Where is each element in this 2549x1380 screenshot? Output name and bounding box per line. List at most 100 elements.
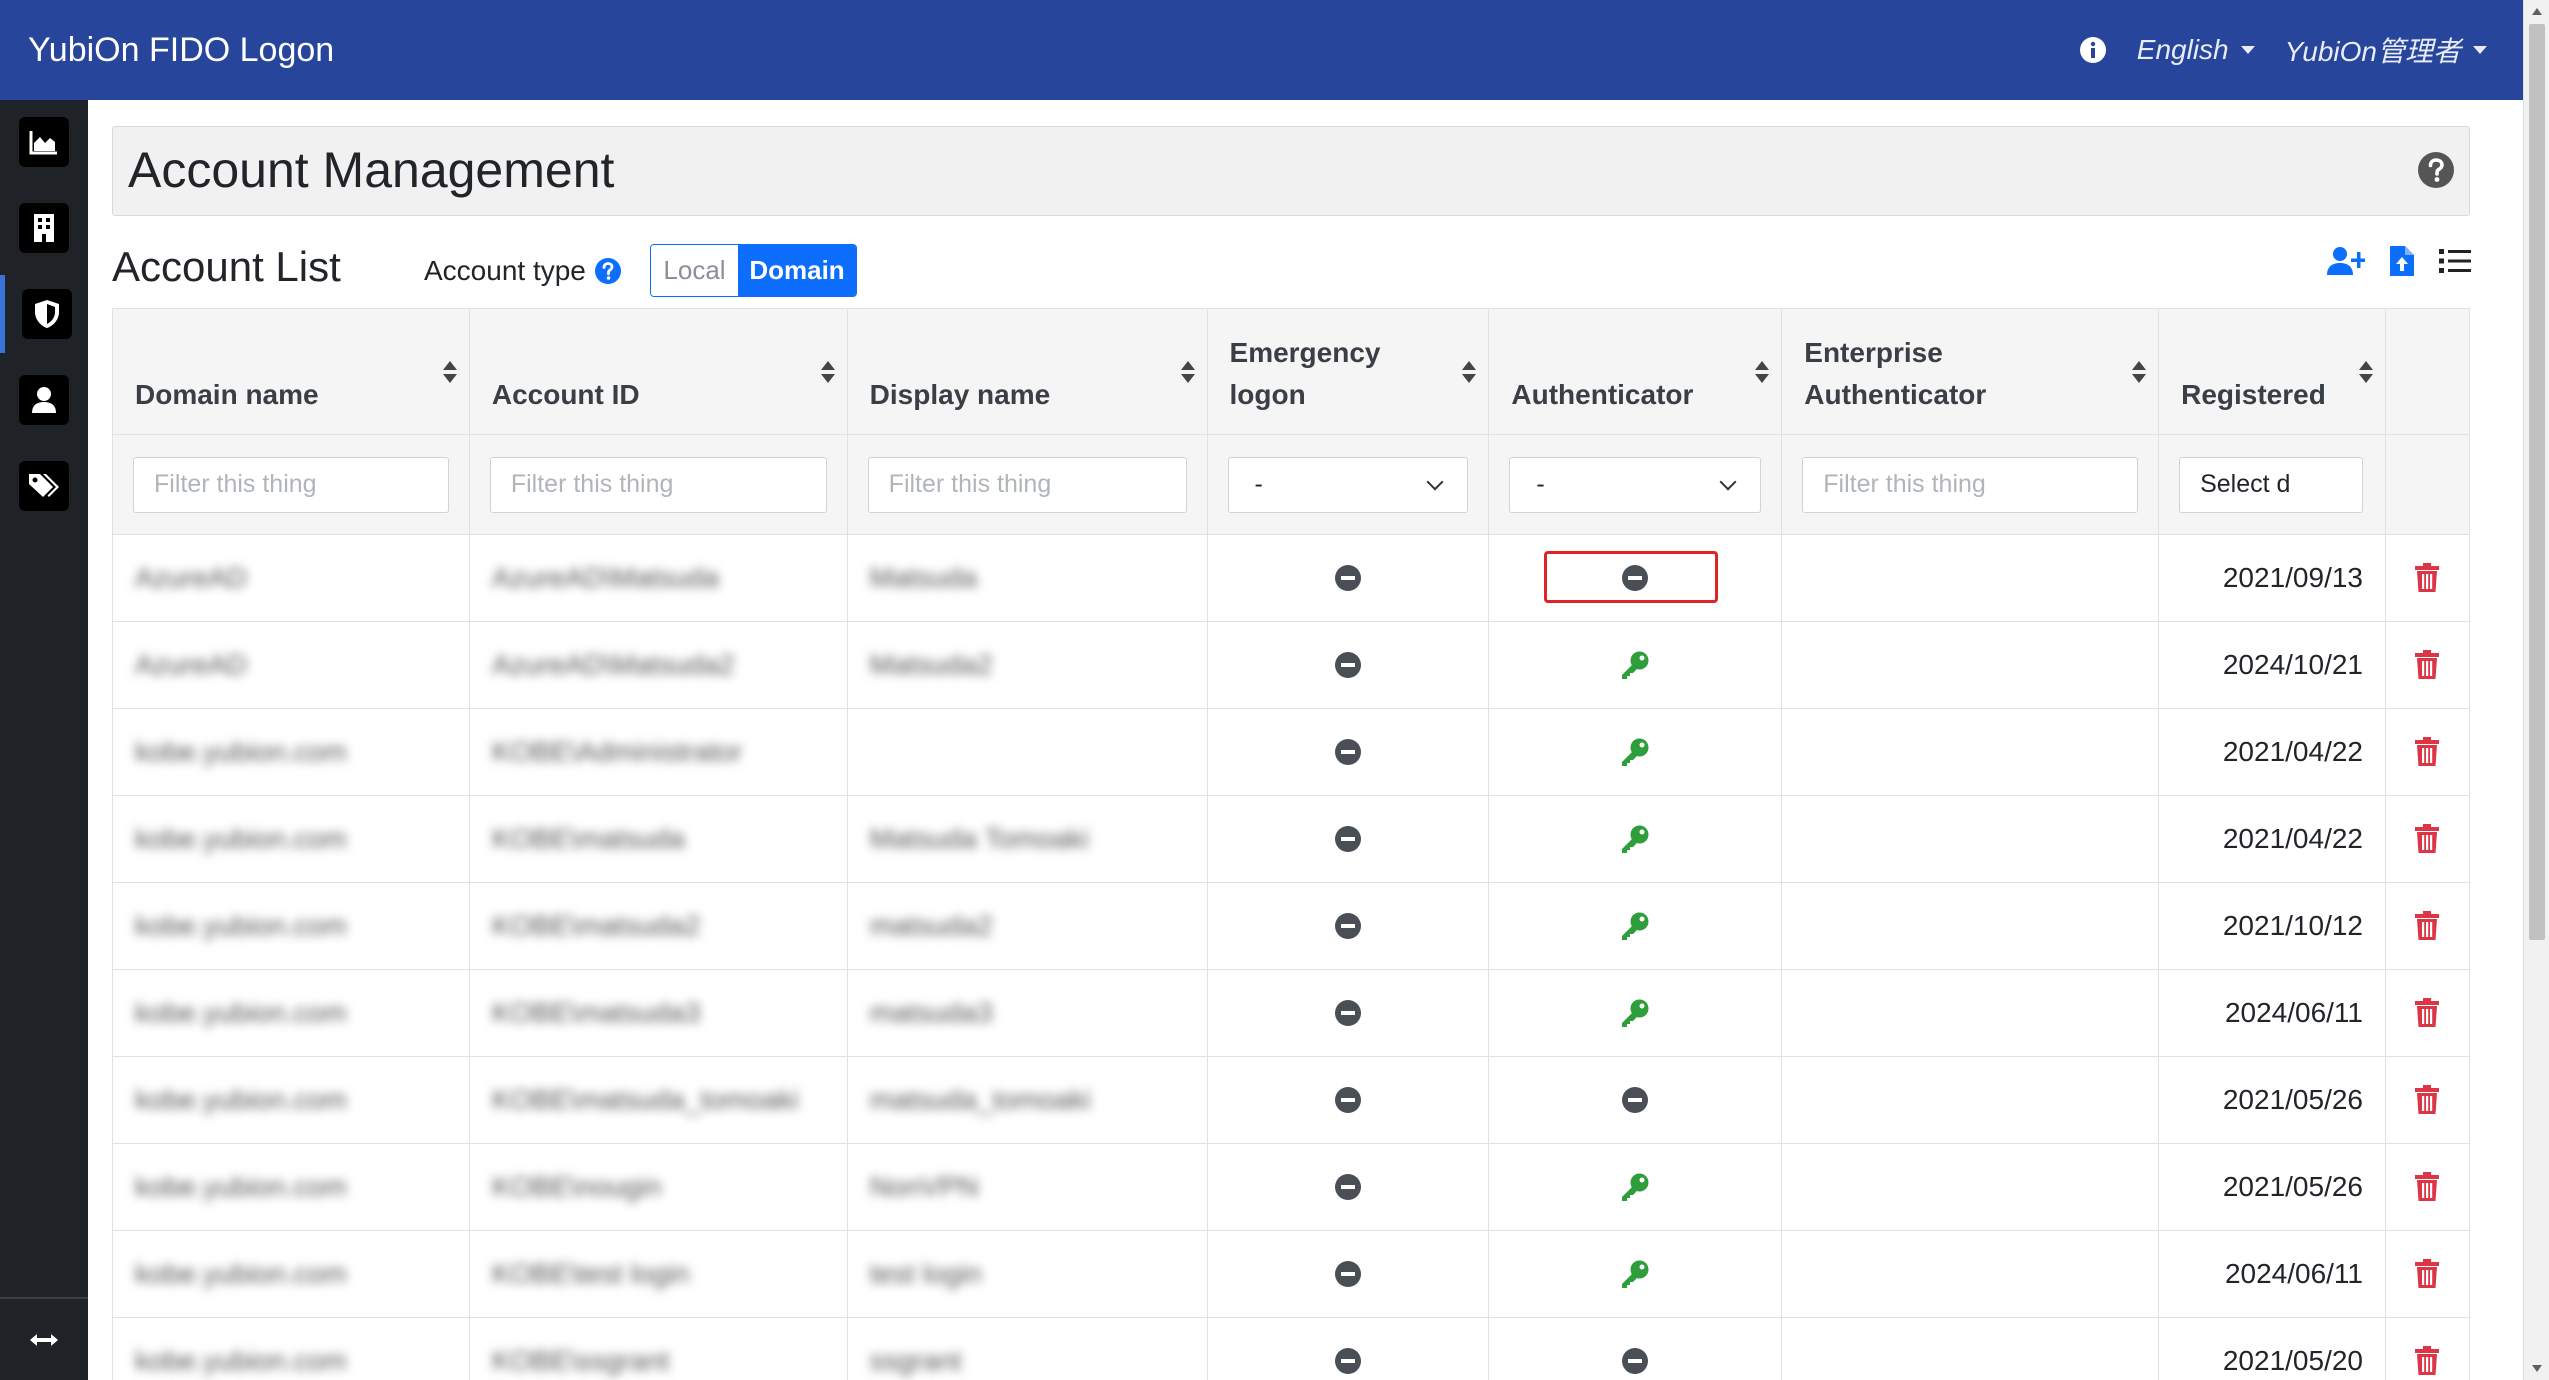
display-name-cell: Matsuda2 xyxy=(869,649,993,680)
table-row[interactable]: AzureAD AzureAD\Matsuda2 Matsuda2 2024/10/2… xyxy=(113,622,2470,709)
sort-icon[interactable] xyxy=(820,361,835,385)
delete-button[interactable] xyxy=(2386,709,2470,795)
filter-enterprise-authenticator[interactable] xyxy=(1802,456,2139,513)
enterprise-authenticator-cell xyxy=(1782,622,2160,708)
sort-icon[interactable] xyxy=(2359,361,2373,385)
scroll-thumb[interactable] xyxy=(2529,24,2545,940)
sort-icon[interactable] xyxy=(1180,361,1195,385)
domain-name-cell: kobe.yubion.com xyxy=(135,997,347,1028)
sidebar-item-dashboard[interactable] xyxy=(0,103,88,181)
key-icon xyxy=(1622,825,1649,853)
col-header-domain-name[interactable]: Domain name xyxy=(113,309,470,434)
list-icon[interactable] xyxy=(2439,247,2471,275)
col-header-registered[interactable]: Registered xyxy=(2159,309,2386,434)
delete-button[interactable] xyxy=(2386,622,2470,708)
sort-icon[interactable] xyxy=(1755,361,1770,385)
sort-icon[interactable] xyxy=(2132,361,2147,385)
col-header-emergency-logon[interactable]: Emergency logon xyxy=(1208,309,1490,434)
file-upload-icon[interactable] xyxy=(2389,245,2415,277)
enterprise-authenticator-cell xyxy=(1782,535,2160,621)
trash-icon xyxy=(2415,1085,2440,1114)
minus-circle-icon xyxy=(1622,1348,1649,1374)
domain-name-cell: kobe.yubion.com xyxy=(135,1258,347,1289)
table-row[interactable]: kobe.yubion.com KOBE\Administrator 2021/04… xyxy=(113,709,2470,796)
col-header-authenticator[interactable]: Authenticator xyxy=(1489,309,1783,434)
question-circle-icon[interactable] xyxy=(594,257,622,285)
delete-button[interactable] xyxy=(2386,883,2470,969)
filter-emergency-logon-select[interactable]: - xyxy=(1227,456,1469,513)
building-icon xyxy=(34,214,54,242)
col-header-enterprise-authenticator[interactable]: Enterprise Authenticator xyxy=(1782,309,2160,434)
table-row[interactable]: AzureAD AzureAD\Matsuda Matsuda 2021/09/13 xyxy=(113,535,2470,622)
filter-authenticator-select[interactable]: - xyxy=(1509,456,1762,513)
filter-account-id[interactable] xyxy=(489,456,827,513)
emergency-logon-cell xyxy=(1208,796,1490,882)
emergency-logon-cell xyxy=(1208,1318,1490,1380)
domain-name-cell: kobe.yubion.com xyxy=(135,823,347,854)
user-dropdown[interactable]: YubiOn管理者 xyxy=(2285,30,2487,70)
info-icon[interactable] xyxy=(2079,36,2107,64)
table-row[interactable]: kobe.yubion.com KOBE\matsuda2 matsuda2 2021… xyxy=(113,883,2470,970)
app-brand[interactable]: YubiOn FIDO Logon xyxy=(28,31,334,70)
domain-name-cell: AzureAD xyxy=(135,649,248,680)
emergency-logon-cell xyxy=(1208,1144,1490,1230)
toggle-local-button[interactable]: Local xyxy=(651,245,738,296)
delete-button[interactable] xyxy=(2386,1231,2470,1317)
emergency-logon-cell xyxy=(1208,1057,1490,1143)
sidebar-item-tags[interactable] xyxy=(0,447,88,525)
delete-button[interactable] xyxy=(2386,1144,2470,1230)
filter-registered-date[interactable] xyxy=(2179,456,2364,513)
trash-icon xyxy=(2415,1346,2440,1375)
table-row[interactable]: kobe.yubion.com KOBE\matsuda3 matsuda3 2024… xyxy=(113,970,2470,1057)
filter-display-name[interactable] xyxy=(867,456,1187,513)
account-list-title: Account List xyxy=(112,243,341,290)
table-row[interactable]: kobe.yubion.com KOBE\matsuda_tomoaki matsu… xyxy=(113,1057,2470,1144)
emergency-logon-cell xyxy=(1208,883,1490,969)
delete-button[interactable] xyxy=(2386,535,2470,621)
list-toolbar xyxy=(2327,245,2471,277)
page-scrollbar[interactable] xyxy=(2523,0,2549,1380)
sort-icon[interactable] xyxy=(1462,361,1477,385)
registered-date-cell: 2021/05/20 xyxy=(2222,1345,2363,1376)
col-header-account-id[interactable]: Account ID xyxy=(470,309,848,434)
sidebar-collapse-toggle[interactable] xyxy=(0,1297,88,1380)
filter-domain-name[interactable] xyxy=(133,456,449,513)
scroll-down-icon[interactable] xyxy=(2532,1365,2542,1372)
arrows-horizontal-icon xyxy=(30,1333,58,1346)
scroll-up-icon[interactable] xyxy=(2532,8,2542,15)
delete-button[interactable] xyxy=(2386,1057,2470,1143)
key-icon xyxy=(1622,999,1649,1027)
table-row[interactable]: kobe.yubion.com KOBE\matsuda Matsuda Tomoa… xyxy=(113,796,2470,883)
sidebar-item-security[interactable] xyxy=(0,275,88,353)
key-icon xyxy=(1622,1260,1649,1288)
enterprise-authenticator-cell xyxy=(1782,1057,2160,1143)
minus-circle-icon xyxy=(1334,739,1361,765)
authenticator-cell xyxy=(1489,709,1783,795)
delete-button[interactable] xyxy=(2386,970,2470,1056)
delete-button[interactable] xyxy=(2386,796,2470,882)
delete-button[interactable] xyxy=(2386,1318,2470,1380)
minus-circle-icon xyxy=(1622,1087,1649,1113)
table-row[interactable]: kobe.yubion.com KOBE\nougin NonVPN 2021/05/… xyxy=(113,1144,2470,1231)
domain-name-cell: kobe.yubion.com xyxy=(135,1171,347,1202)
language-dropdown[interactable]: English xyxy=(2137,34,2255,66)
question-circle-icon[interactable] xyxy=(2417,151,2455,189)
sort-icon[interactable] xyxy=(442,361,457,385)
key-icon xyxy=(1622,651,1649,679)
highlight-box xyxy=(1544,551,1719,603)
account-id-cell: KOBE\matsuda xyxy=(491,823,685,854)
authenticator-cell xyxy=(1489,1144,1783,1230)
add-user-icon[interactable] xyxy=(2327,246,2365,276)
sidebar-item-users[interactable] xyxy=(0,361,88,439)
account-id-cell: KOBE\matsuda_tomoaki xyxy=(491,1084,799,1115)
account-type-text: Account type xyxy=(424,255,586,286)
table-row[interactable]: kobe.yubion.com KOBE\test login test login… xyxy=(113,1231,2470,1318)
chart-area-icon xyxy=(29,131,57,155)
toggle-domain-button[interactable]: Domain xyxy=(738,245,856,296)
table-row[interactable]: kobe.yubion.com KOBE\ssgrant ssgrant 2021/0… xyxy=(113,1318,2470,1380)
sidebar-item-organization[interactable] xyxy=(0,189,88,267)
chevron-down-icon xyxy=(1426,473,1444,490)
header-label: Display name xyxy=(869,379,1051,410)
language-label: English xyxy=(2136,34,2229,65)
col-header-display-name[interactable]: Display name xyxy=(848,309,1208,434)
